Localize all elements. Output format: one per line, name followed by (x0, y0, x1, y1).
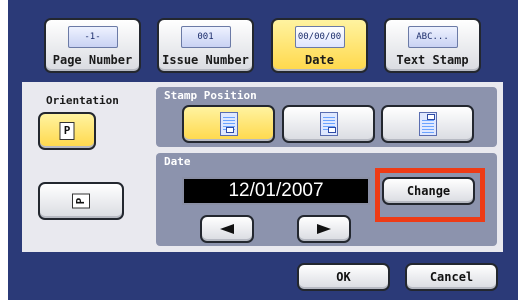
text-stamp-chip: ABC... (407, 26, 458, 48)
bottom-right-position-icon (319, 112, 338, 136)
tab-issue-number[interactable]: 001 Issue Number (157, 18, 254, 73)
tab-label: Issue Number (162, 53, 249, 67)
orientation-title: Orientation (46, 94, 119, 107)
cancel-button[interactable]: Cancel (405, 263, 498, 291)
stamp-position-bottom-center-button[interactable] (182, 105, 275, 143)
page-number-chip: -1- (67, 26, 118, 48)
orientation-landscape-button[interactable]: P (38, 182, 124, 220)
portrait-icon: P (59, 122, 75, 140)
landscape-icon: P (72, 193, 90, 209)
tab-label: Page Number (52, 53, 133, 67)
date-chip: 00/00/00 (294, 26, 345, 48)
ok-label: OK (336, 270, 351, 284)
issue-number-chip: 001 (180, 26, 231, 48)
date-right-button[interactable] (297, 215, 351, 243)
stamp-position-top-right-button[interactable] (381, 105, 474, 143)
tab-date[interactable]: 00/00/00 Date (271, 18, 368, 73)
tab-label: Date (305, 53, 334, 67)
ok-button[interactable]: OK (297, 263, 390, 291)
date-display: 12/01/2007 (182, 177, 370, 205)
stamp-position-bottom-right-button[interactable] (282, 105, 375, 143)
date-title: Date (164, 155, 191, 168)
tab-page-number[interactable]: -1- Page Number (44, 18, 141, 73)
date-left-button[interactable] (200, 215, 254, 243)
orientation-portrait-button[interactable]: P (38, 112, 96, 150)
arrow-left-icon (220, 224, 234, 234)
change-highlight-box (375, 168, 485, 222)
cancel-label: Cancel (429, 270, 474, 284)
tab-label: Text Stamp (396, 53, 469, 67)
stamp-position-title: Stamp Position (164, 89, 257, 102)
bottom-center-position-icon (219, 112, 238, 136)
top-right-position-icon (418, 112, 437, 136)
stamp-settings-screen: -1- Page Number 001 Issue Number 00/00/0… (0, 0, 519, 300)
arrow-right-icon (317, 224, 331, 234)
tab-text-stamp[interactable]: ABC... Text Stamp (384, 18, 481, 73)
